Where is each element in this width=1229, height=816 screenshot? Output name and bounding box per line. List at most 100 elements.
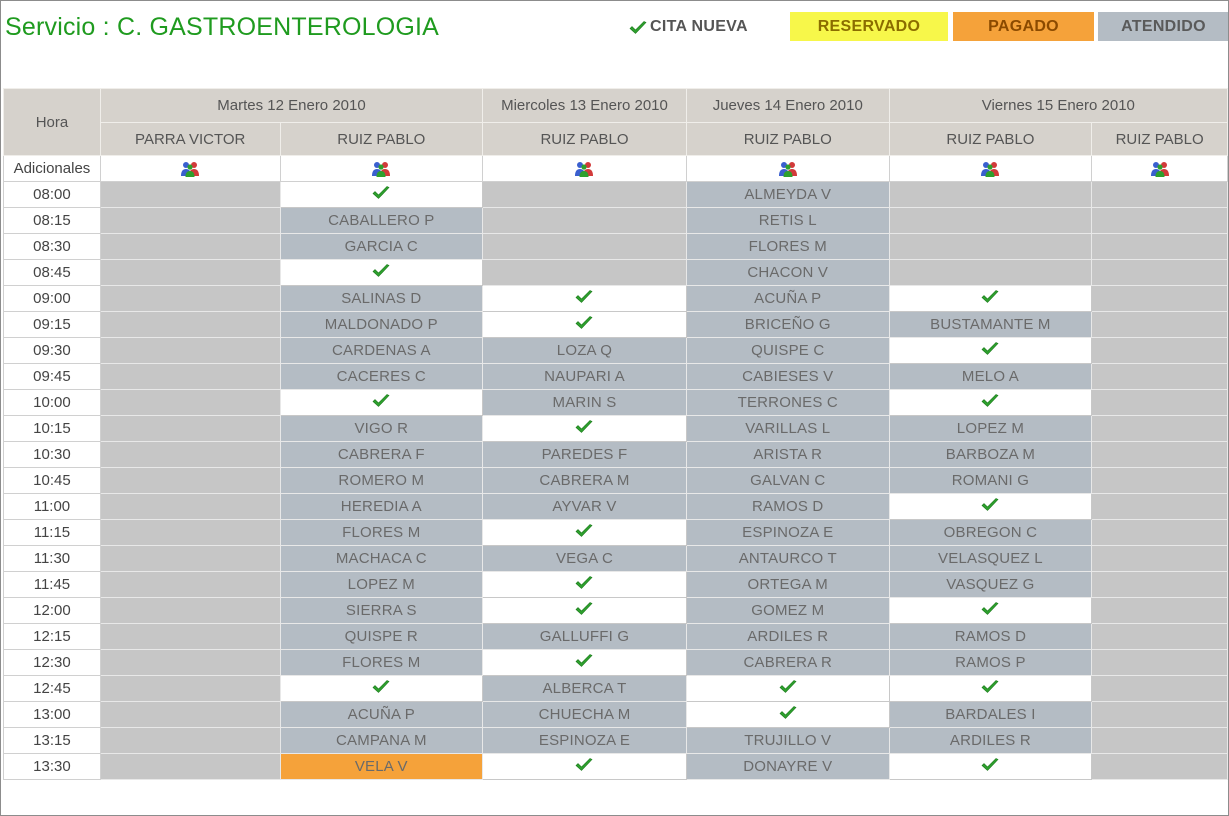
attended-appointment[interactable]: ESPINOZA E (482, 727, 687, 754)
available-slot[interactable] (888, 597, 1093, 624)
people-group-icon[interactable] (180, 160, 200, 178)
available-slot[interactable] (279, 259, 484, 286)
attended-appointment[interactable]: CABALLERO P (279, 207, 484, 234)
attended-appointment[interactable]: DONAYRE V (685, 753, 890, 780)
attended-appointment[interactable]: BUSTAMANTE M (888, 311, 1093, 338)
attended-appointment[interactable]: TRUJILLO V (685, 727, 890, 754)
attended-appointment[interactable]: ESPINOZA E (685, 519, 890, 546)
available-slot[interactable] (482, 649, 687, 676)
paid-appointment[interactable]: VELA V (279, 753, 484, 780)
available-slot[interactable] (888, 493, 1093, 520)
attended-appointment[interactable]: RAMOS D (685, 493, 890, 520)
available-slot[interactable] (482, 571, 687, 598)
available-slot[interactable] (888, 675, 1093, 702)
attended-appointment[interactable]: GALVAN C (685, 467, 890, 494)
attended-appointment[interactable]: ALBERCA T (482, 675, 687, 702)
blocked-slot (1091, 519, 1228, 546)
blocked-slot (1091, 363, 1228, 390)
attended-appointment[interactable]: CHACON V (685, 259, 890, 286)
available-slot[interactable] (279, 181, 484, 208)
available-slot[interactable] (482, 753, 687, 780)
attended-appointment[interactable]: ACUÑA P (685, 285, 890, 312)
attended-appointment[interactable]: GALLUFFI G (482, 623, 687, 650)
people-group-icon[interactable] (574, 160, 594, 178)
people-group-icon[interactable] (371, 160, 391, 178)
available-slot[interactable] (482, 311, 687, 338)
time-label: 11:15 (3, 519, 101, 546)
available-slot[interactable] (888, 337, 1093, 364)
attended-appointment[interactable]: CARDENAS A (279, 337, 484, 364)
attended-appointment[interactable]: CABRERA M (482, 467, 687, 494)
attended-appointment[interactable]: ROMANI G (888, 467, 1093, 494)
attended-appointment[interactable]: RAMOS D (888, 623, 1093, 650)
attended-appointment[interactable]: FLORES M (685, 233, 890, 260)
available-slot[interactable] (482, 597, 687, 624)
attended-appointment[interactable]: ARDILES R (685, 623, 890, 650)
attended-appointment[interactable]: SIERRA S (279, 597, 484, 624)
people-group-icon[interactable] (980, 160, 1000, 178)
attended-appointment[interactable]: OBREGON C (888, 519, 1093, 546)
attended-appointment[interactable]: VARILLAS L (685, 415, 890, 442)
attended-appointment[interactable]: FLORES M (279, 649, 484, 676)
attended-appointment[interactable]: TERRONES C (685, 389, 890, 416)
attended-appointment[interactable]: ACUÑA P (279, 701, 484, 728)
time-label: 13:00 (3, 701, 101, 728)
attended-appointment[interactable]: ANTAURCO T (685, 545, 890, 572)
attended-appointment[interactable]: ROMERO M (279, 467, 484, 494)
available-slot[interactable] (482, 415, 687, 442)
attended-appointment[interactable]: BRICEÑO G (685, 311, 890, 338)
attended-appointment[interactable]: RAMOS P (888, 649, 1093, 676)
attended-appointment[interactable]: FLORES M (279, 519, 484, 546)
attended-appointment[interactable]: PAREDES F (482, 441, 687, 468)
blocked-slot (99, 545, 281, 572)
attended-appointment[interactable]: QUISPE C (685, 337, 890, 364)
attended-appointment[interactable]: MACHACA C (279, 545, 484, 572)
attended-appointment[interactable]: BARBOZA M (888, 441, 1093, 468)
attended-appointment[interactable]: ARDILES R (888, 727, 1093, 754)
available-slot[interactable] (482, 519, 687, 546)
attended-appointment[interactable]: CABRERA R (685, 649, 890, 676)
available-slot[interactable] (888, 389, 1093, 416)
attended-appointment[interactable]: MALDONADO P (279, 311, 484, 338)
people-group-icon[interactable] (1150, 160, 1170, 178)
available-slot[interactable] (685, 675, 890, 702)
attended-appointment[interactable]: AYVAR V (482, 493, 687, 520)
attended-appointment[interactable]: SALINAS D (279, 285, 484, 312)
attended-appointment[interactable]: RETIS L (685, 207, 890, 234)
attended-appointment[interactable]: LOZA Q (482, 337, 687, 364)
attended-appointment[interactable]: CABIESES V (685, 363, 890, 390)
attended-appointment[interactable]: VASQUEZ G (888, 571, 1093, 598)
attended-appointment[interactable]: VIGO R (279, 415, 484, 442)
attended-appointment[interactable]: LOPEZ M (888, 415, 1093, 442)
attended-appointment[interactable]: QUISPE R (279, 623, 484, 650)
attended-appointment[interactable]: MARIN S (482, 389, 687, 416)
available-slot[interactable] (279, 675, 484, 702)
attended-appointment[interactable]: CAMPANA M (279, 727, 484, 754)
attended-appointment[interactable]: LOPEZ M (279, 571, 484, 598)
attended-appointment[interactable]: CABRERA F (279, 441, 484, 468)
attended-appointment[interactable]: ALMEYDA V (685, 181, 890, 208)
attended-appointment[interactable]: CACERES C (279, 363, 484, 390)
attended-appointment[interactable]: BARDALES I (888, 701, 1093, 728)
attended-appointment[interactable]: VEGA C (482, 545, 687, 572)
attended-appointment[interactable]: MELO A (888, 363, 1093, 390)
available-slot[interactable] (888, 285, 1093, 312)
blocked-slot (1091, 701, 1228, 728)
attended-appointment[interactable]: NAUPARI A (482, 363, 687, 390)
attended-appointment[interactable]: GOMEZ M (685, 597, 890, 624)
attended-appointment[interactable]: HEREDIA A (279, 493, 484, 520)
additional-cell (279, 155, 484, 182)
available-slot[interactable] (279, 389, 484, 416)
time-label: 11:45 (3, 571, 101, 598)
available-slot[interactable] (888, 753, 1093, 780)
attended-appointment[interactable]: ARISTA R (685, 441, 890, 468)
attended-appointment[interactable]: CHUECHA M (482, 701, 687, 728)
attended-appointment[interactable]: VELASQUEZ L (888, 545, 1093, 572)
available-slot[interactable] (685, 701, 890, 728)
attended-appointment[interactable]: ORTEGA M (685, 571, 890, 598)
attended-appointment[interactable]: GARCIA C (279, 233, 484, 260)
time-row: 13:15 CAMPANA M ESPINOZA E TRUJILLO V ARDILE… (3, 727, 1228, 754)
people-group-icon[interactable] (778, 160, 798, 178)
available-slot[interactable] (482, 285, 687, 312)
legend-paid: PAGADO (953, 12, 1094, 41)
